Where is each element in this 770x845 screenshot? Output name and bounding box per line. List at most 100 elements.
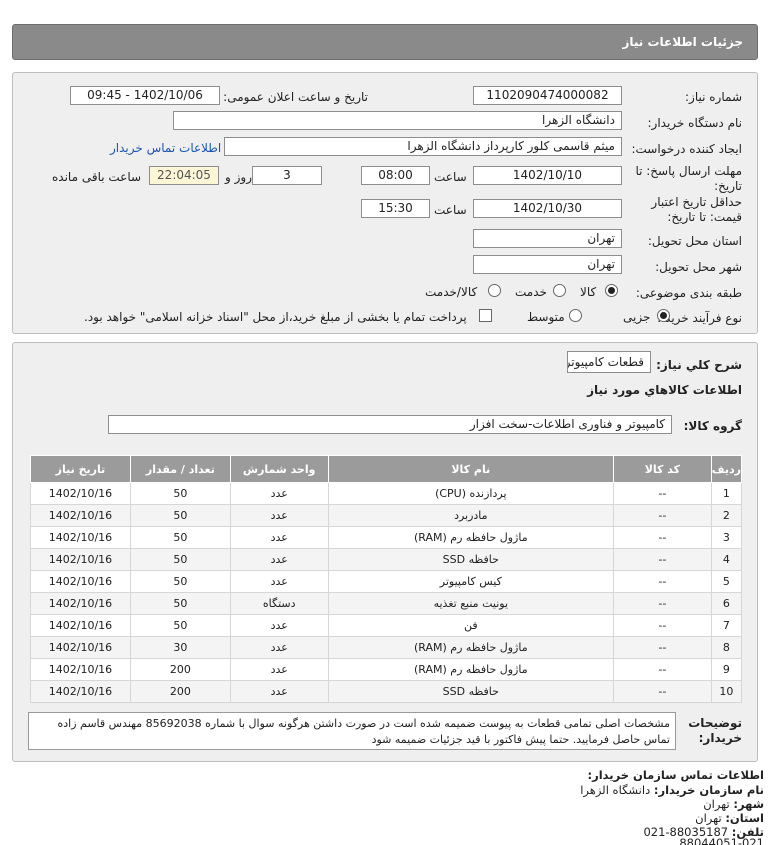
cell-quantity: 200 xyxy=(129,680,231,703)
cell-need-date: 1402/10/16 xyxy=(30,526,131,549)
cell-item-code: -- xyxy=(612,526,712,549)
process-radio-medium[interactable] xyxy=(569,309,582,322)
cell-item-code: -- xyxy=(612,592,712,615)
buyer-org-field: دانشگاه الزهرا xyxy=(173,111,622,130)
process-radio-minor[interactable] xyxy=(657,309,670,322)
cell-quantity: 50 xyxy=(129,526,231,549)
cell-item-name: یونیت منبع تغذیه xyxy=(327,592,614,615)
cell-quantity: 50 xyxy=(129,482,231,505)
cell-item-code: -- xyxy=(612,614,712,637)
deadline-time-label: ساعت xyxy=(434,170,467,184)
validity-label-line1: حداقل تاریخ اعتبار xyxy=(651,195,742,209)
creator-field: میثم قاسمی کلور کارپرداز دانشگاه الزهرا xyxy=(224,137,622,156)
need-number-field: 1102090474000082 xyxy=(473,86,622,105)
cell-quantity: 50 xyxy=(129,570,231,593)
summary-field: قطعات کامپیوتر xyxy=(567,351,651,373)
cell-item-name: فن xyxy=(327,614,614,637)
cell-unit: دستگاه xyxy=(229,592,329,615)
contact-city-row: شهر: تهران xyxy=(703,797,764,811)
category-radio-goods-service[interactable] xyxy=(488,284,501,297)
category-option-goods-service: کالا/خدمت xyxy=(425,285,478,299)
buyer-contact-link[interactable]: اطلاعات تماس خریدار xyxy=(110,141,221,155)
buyer-notes-label-line1: توضیحات xyxy=(688,716,742,730)
cell-unit: عدد xyxy=(229,658,329,681)
table-row: 4 -- حافظه SSD عدد 50 1402/10/16 xyxy=(30,548,743,571)
category-radio-goods[interactable] xyxy=(605,284,618,297)
cell-row-number: 3 xyxy=(710,526,743,549)
cell-row-number: 8 xyxy=(710,636,743,659)
cell-item-code: -- xyxy=(612,482,712,505)
contact-org-label: نام سازمان خریدار: xyxy=(653,783,764,797)
items-table-header: ردیف کد کالا نام کالا واحد شمارش تعداد /… xyxy=(30,455,743,483)
cell-item-code: -- xyxy=(612,636,712,659)
buyer-notes-label-line2: خریدار: xyxy=(698,731,742,745)
table-row: 8 -- ماژول حافظه رم (RAM) عدد 30 1402/10/16 xyxy=(30,636,743,659)
deadline-label-line2: تاریخ: xyxy=(714,179,742,193)
process-option-minor: جزیی xyxy=(623,310,651,324)
col-name: نام کالا xyxy=(327,455,614,483)
page-header: جزئیات اطلاعات نیاز xyxy=(12,24,758,60)
category-option-goods: کالا xyxy=(580,285,597,299)
contact-phone-row: تلفن: 88035187-021 xyxy=(643,825,764,839)
buyer-notes-text: مشخصات اصلی تمامی قطعات به پیوست ضمیمه ش… xyxy=(28,712,676,750)
contact-phone-label: تلفن: xyxy=(731,825,764,839)
announce-field: 1402/10/06 - 09:45 xyxy=(70,86,220,105)
contact-province-value: تهران xyxy=(695,811,722,825)
cell-unit: عدد xyxy=(229,570,329,593)
treasury-payment-checkbox[interactable] xyxy=(479,309,492,322)
cell-item-code: -- xyxy=(612,570,712,593)
cell-item-name: ماژول حافظه رم (RAM) xyxy=(327,658,614,681)
process-label: نوع فرآیند خرید : xyxy=(657,311,742,325)
cell-item-name: حافظه SSD xyxy=(327,680,614,703)
contact-city-value: تهران xyxy=(703,797,730,811)
group-label: گروه کالا: xyxy=(683,419,742,433)
cell-unit: عدد xyxy=(229,636,329,659)
items-table: ردیف کد کالا نام کالا واحد شمارش تعداد /… xyxy=(30,455,743,703)
cell-unit: عدد xyxy=(229,504,329,527)
cell-item-code: -- xyxy=(612,504,712,527)
cell-row-number: 7 xyxy=(710,614,743,637)
need-number-label: شماره نیاز: xyxy=(685,90,742,104)
validity-date-field: 1402/10/30 xyxy=(473,199,622,218)
category-label: طبقه بندی موضوعی: xyxy=(635,286,742,300)
delivery-province-label: استان محل تحویل: xyxy=(647,234,742,248)
days-label: روز و xyxy=(225,170,252,184)
validity-time-field: 15:30 xyxy=(361,199,430,218)
cell-item-name: مادربرد xyxy=(327,504,614,527)
process-option-medium: متوسط xyxy=(527,310,565,324)
cell-quantity: 200 xyxy=(129,658,231,681)
contact-fax-row: 88044051-021 xyxy=(679,838,764,845)
cell-row-number: 2 xyxy=(710,504,743,527)
cell-need-date: 1402/10/16 xyxy=(30,636,131,659)
cell-unit: عدد xyxy=(229,614,329,637)
validity-label-line2: قیمت: تا تاریخ: xyxy=(667,210,742,224)
col-unit: واحد شمارش xyxy=(229,455,329,483)
cell-quantity: 50 xyxy=(129,592,231,615)
cell-unit: عدد xyxy=(229,482,329,505)
items-table-body: 1 -- پردازنده (CPU) عدد 50 1402/10/16 2 -- مادرب… xyxy=(30,482,743,703)
remaining-label: ساعت باقی مانده xyxy=(52,170,142,184)
table-row: 5 -- کیس کامپیوتر عدد 50 1402/10/16 xyxy=(30,570,743,593)
cell-need-date: 1402/10/16 xyxy=(30,482,131,505)
cell-item-name: کیس کامپیوتر xyxy=(327,570,614,593)
cell-need-date: 1402/10/16 xyxy=(30,680,131,703)
cell-item-name: ماژول حافظه رم (RAM) xyxy=(327,526,614,549)
contact-fax-value: 88044051-021 xyxy=(679,838,764,845)
deadline-label-line1: مهلت ارسال پاسخ: تا xyxy=(635,164,742,178)
days-field: 3 xyxy=(252,166,322,185)
col-date: تاریخ نیاز xyxy=(30,455,131,483)
delivery-city-label: شهر محل تحویل: xyxy=(655,260,742,274)
contact-city-label: شهر: xyxy=(733,797,764,811)
cell-unit: عدد xyxy=(229,548,329,571)
contact-phone-value: 88035187-021 xyxy=(643,825,729,839)
deadline-date-field: 1402/10/10 xyxy=(473,166,622,185)
page-title: جزئیات اطلاعات نیاز xyxy=(622,35,743,49)
validity-time-label: ساعت xyxy=(434,203,467,217)
contact-org-value: دانشگاه الزهرا xyxy=(580,783,651,797)
category-radio-service[interactable] xyxy=(553,284,566,297)
table-row: 10 -- حافظه SSD عدد 200 1402/10/16 xyxy=(30,680,743,703)
cell-item-code: -- xyxy=(612,548,712,571)
cell-item-name: حافظه SSD xyxy=(327,548,614,571)
contact-province-row: استان: تهران xyxy=(695,811,764,825)
remaining-time-field: 22:04:05 xyxy=(149,166,219,185)
